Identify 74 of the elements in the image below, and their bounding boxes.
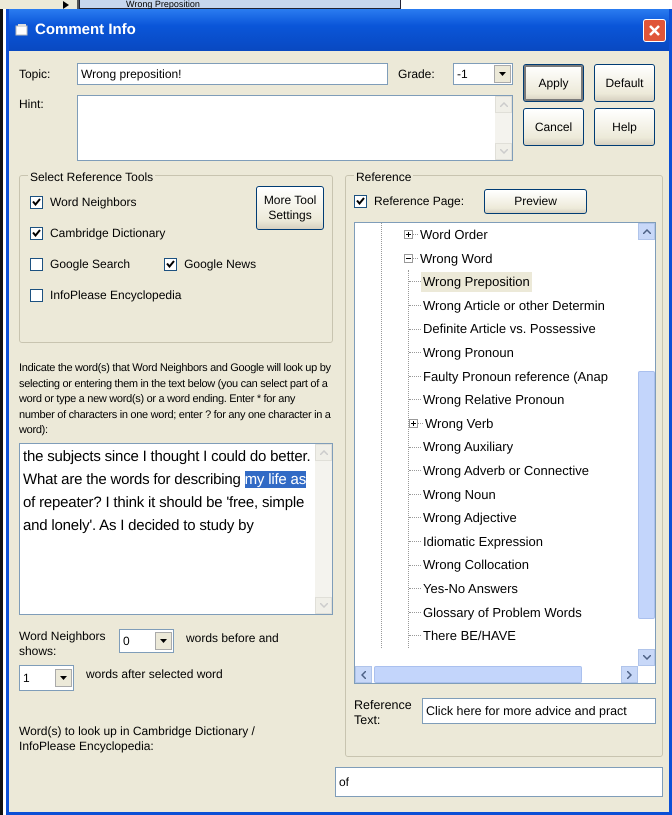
tree-item[interactable]: Wrong Article or other Determin [421, 296, 607, 316]
checkbox[interactable]: Google Search [30, 255, 130, 273]
tree-item[interactable]: Glossary of Problem Words [421, 602, 584, 622]
scrollbar-thumb[interactable] [638, 371, 655, 619]
dialog-button[interactable]: Help [594, 108, 655, 146]
topic-label: Topic: [19, 66, 52, 82]
tree-item[interactable]: Wrong Preposition [421, 272, 532, 292]
checkbox[interactable]: Reference Page: [354, 192, 464, 210]
check-icon [356, 197, 365, 205]
scroll-left-button[interactable] [355, 666, 372, 683]
tree-item[interactable]: Wrong Pronoun [421, 343, 516, 363]
scroll-right-button[interactable] [621, 666, 638, 683]
check-icon [32, 229, 41, 237]
reference-text-field[interactable]: Click here for more advice and pract [422, 698, 656, 724]
dropdown-arrow-button[interactable] [494, 64, 511, 82]
dialog-button[interactable]: Apply [523, 64, 584, 102]
scrollbar-thumb[interactable] [374, 666, 582, 683]
lookup-field[interactable]: of [335, 767, 663, 797]
tree-item[interactable]: Faulty Pronoun reference (Anap [421, 366, 610, 386]
tree-item[interactable]: Wrong Auxiliary [421, 437, 516, 457]
grade-dropdown[interactable]: -1 [453, 62, 513, 84]
checkbox[interactable]: Cambridge Dictionary [30, 224, 166, 242]
words-after-label: words after selected word [86, 666, 223, 682]
dialog-button[interactable]: Default [594, 64, 655, 102]
collapse-icon[interactable] [404, 254, 413, 263]
text-area[interactable]: the subjects since I thought I could do better. What are the words for describing my life as of repeater? I think it should be 'free, simple and lonely'. As I decided to study by [19, 442, 333, 614]
tree-item[interactable]: Wrong Relative Pronoun [421, 390, 566, 410]
instructions-text: Indicate the word(s) that Word Neighbors and Google will look up by selecting or entering them in the text below (you can select part of a word or type a new word(s) or a word ending. Enter * for any number of characters in one word; enter ? for any one character in a word): [19, 361, 332, 438]
caret-icon [499, 72, 506, 76]
more-tool-settings-button[interactable]: More Tool Settings [256, 186, 324, 230]
tree-item[interactable]: Yes-No Answers [421, 578, 520, 598]
caret-icon [160, 638, 167, 642]
scroll-up-button[interactable] [315, 444, 332, 460]
tree-item[interactable]: Wrong Adjective [421, 508, 519, 528]
dropdown-arrow-button[interactable] [155, 632, 172, 650]
grade-label: Grade: [398, 66, 436, 82]
check-icon [166, 260, 176, 268]
preview-button[interactable]: Preview [484, 188, 588, 214]
reference-text-label: Reference Text: [354, 698, 413, 728]
checkbox[interactable]: InfoPlease Encyclopedia [30, 286, 182, 304]
topic-field[interactable]: Wrong preposition! [77, 62, 388, 84]
tree-item[interactable]: Wrong Verb [423, 414, 496, 434]
tree-item[interactable]: Wrong Collocation [421, 555, 531, 575]
after-dropdown[interactable]: 1 [19, 664, 74, 690]
before-dropdown[interactable]: 0 [119, 628, 174, 652]
dialog-button[interactable]: Cancel [523, 108, 584, 146]
tree-item[interactable]: Definite Article vs. Possessive [421, 319, 598, 339]
checkbox[interactable]: Google News [164, 255, 256, 273]
window-icon [15, 24, 29, 36]
tree-item[interactable]: Wrong Word [418, 248, 494, 268]
caret-icon [60, 676, 67, 680]
scroll-down-button[interactable] [638, 649, 655, 666]
tree-item[interactable]: Idiomatic Expression [421, 532, 545, 552]
tree-item[interactable]: There BE/HAVE [421, 626, 518, 646]
tree-item[interactable]: Wrong Adverb or Connective [421, 460, 591, 480]
window-title: Comment Info [35, 20, 136, 40]
checkbox[interactable]: Word Neighbors [30, 193, 136, 211]
expand-icon[interactable] [409, 419, 418, 428]
arrow-icon [63, 0, 69, 8]
essay-text: the subjects since I thought I could do better. What are the words for describing my life as of repeater? I think it should be 'free, simple and lonely'. As I decided to study by [22, 446, 312, 536]
close-button[interactable] [643, 18, 666, 42]
close-icon [648, 24, 661, 36]
tree-item[interactable]: Word Order [418, 225, 490, 245]
expand-icon[interactable] [404, 230, 413, 240]
dropdown-arrow-button[interactable] [55, 668, 72, 686]
vertical-scrollbar[interactable] [638, 223, 655, 666]
scroll-up-button[interactable] [638, 223, 655, 240]
horizontal-scrollbar[interactable] [355, 666, 638, 683]
tree-item[interactable]: Wrong Noun [421, 484, 498, 504]
word-neighbors-label: Word Neighbors shows: [19, 628, 106, 658]
check-icon [32, 198, 41, 206]
words-before-label: words before and [186, 630, 279, 646]
lookup-label: Word(s) to look up in Cambridge Dictionary / InfoPlease Encyclopedia: [19, 724, 256, 754]
hint-label: Hint: [19, 96, 45, 113]
